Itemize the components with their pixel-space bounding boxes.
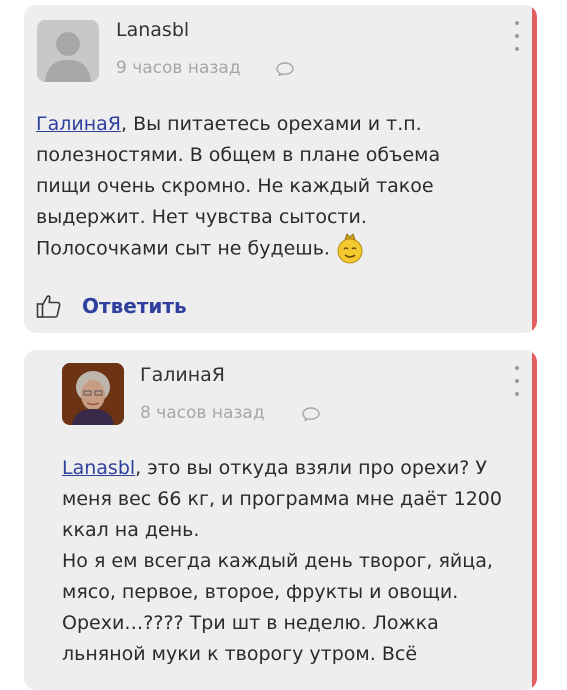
comment-text: ГалинаЯ, Вы питаетесь орехами и т.п. пол… (36, 109, 516, 265)
comment-time: 9 часов назад (116, 58, 241, 78)
smiley-emoticon-icon (337, 233, 363, 264)
more-vertical-icon[interactable] (514, 366, 520, 396)
more-vertical-icon[interactable] (514, 21, 520, 51)
avatar-placeholder[interactable] (37, 20, 99, 82)
comment-bubble-icon[interactable] (276, 62, 294, 76)
reply-button[interactable]: Ответить (36, 293, 187, 319)
thumbs-up-icon[interactable] (36, 293, 62, 319)
comment-author[interactable]: ГалинаЯ (140, 364, 225, 386)
comment-text: Lanasbl, это вы откуда взяли про орехи? … (62, 457, 502, 665)
comment-time: 8 часов назад (140, 403, 265, 423)
reply-label: Ответить (82, 294, 187, 318)
avatar[interactable] (62, 363, 124, 425)
mention-link[interactable]: Lanasbl (62, 457, 135, 479)
comment-card: Lanasbl 9 часов назад ГалинаЯ, Вы питает… (24, 5, 537, 333)
mention-link[interactable]: ГалинаЯ (36, 113, 121, 135)
comment-author[interactable]: Lanasbl (116, 19, 189, 41)
comment-card: ГалинаЯ 8 часов назад Lanasbl, это вы от… (24, 350, 537, 690)
comment-bubble-icon[interactable] (302, 407, 320, 421)
